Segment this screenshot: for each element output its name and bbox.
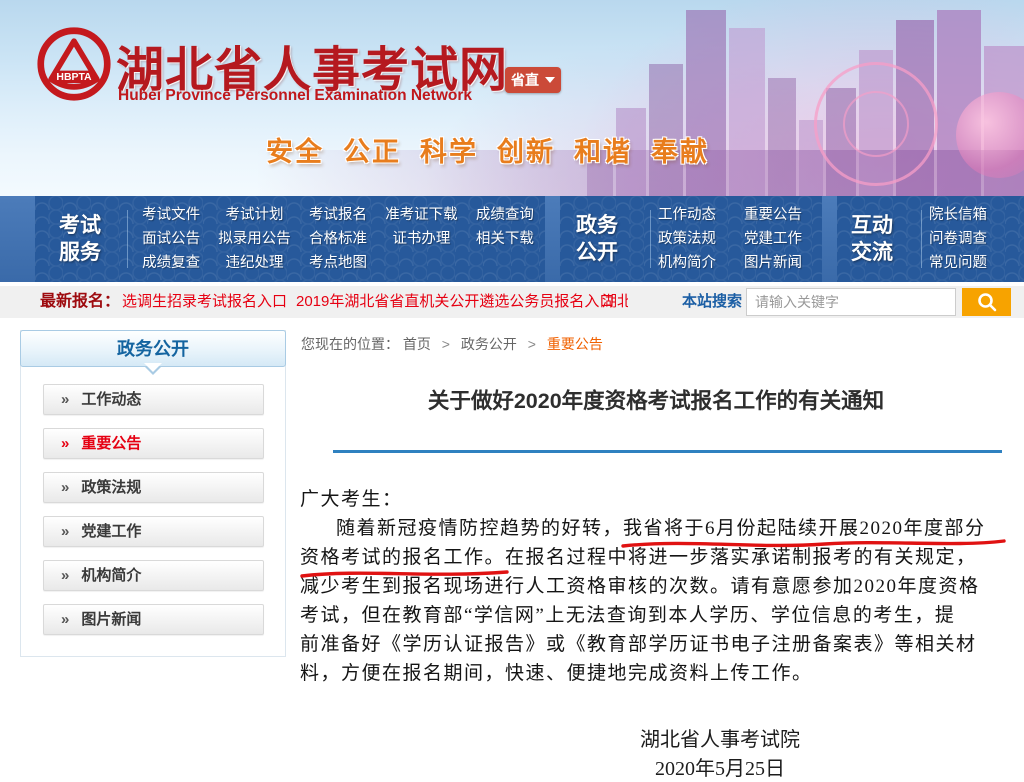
nav-section-gov-affairs: 政务公开 工作动态 重要公告 政策法规 党建工作 机构简介 图片新闻: [560, 196, 822, 282]
sidebar-item-photo-news[interactable]: » 图片新闻: [43, 604, 264, 635]
nav-link[interactable]: 证书办理: [380, 227, 463, 251]
article-line: 考试，但在教育部“学信网”上无法查询到本人学历、学位信息的考生，提: [300, 601, 1012, 630]
registration-link[interactable]: 选调生招录考试报名入口: [122, 286, 287, 318]
nav-link[interactable]: 问卷调查: [929, 227, 987, 251]
article-date: 2020年5月25日: [640, 755, 800, 782]
search-icon: [976, 291, 998, 313]
article-line: 广大考生：: [300, 485, 1012, 514]
double-chevron-icon: »: [61, 611, 69, 628]
nav-link[interactable]: 拟录用公告: [213, 227, 296, 251]
nav-link[interactable]: 考试报名: [304, 203, 372, 227]
nav-link[interactable]: 准考证下载: [380, 203, 463, 227]
slogan-banner: 安全 公正 科学 创新 和谐 奉献: [266, 130, 709, 169]
logo-acronym: HBPTA: [56, 72, 92, 83]
nav-link[interactable]: 党建工作: [744, 227, 802, 251]
sidebar-title-label: 政务公开: [117, 339, 189, 359]
article-line: 资格考试的报名工作。在报名过程中将进一步落实承诺制报考的有关规定，: [300, 543, 1012, 572]
article-signature: 湖北省人事考试院: [640, 726, 800, 755]
sidebar-menu: » 工作动态 » 重要公告 » 政策法规 » 党建工作 » 机构简介 » 图片新闻: [21, 384, 285, 635]
nav-link[interactable]: 面试公告: [137, 227, 205, 251]
article-title: 关于做好2020年度资格考试报名工作的有关通知: [300, 384, 1012, 414]
divider: [127, 210, 128, 268]
ferris-wheel-decoration: [814, 62, 938, 186]
nav-link[interactable]: 成绩复查: [137, 251, 205, 275]
sidebar-item-label: 工作动态: [81, 391, 141, 408]
page: HBPTA 湖北省人事考试网 Hubei Province Personnel …: [0, 0, 1024, 782]
site-header: HBPTA 湖北省人事考试网 Hubei Province Personnel …: [0, 0, 1024, 196]
nav-link[interactable]: 合格标准: [304, 227, 372, 251]
divider: [650, 210, 651, 268]
breadcrumb-gov-affairs[interactable]: 政务公开: [461, 336, 517, 352]
nav-section-title: 政务公开: [576, 212, 618, 266]
sidebar-item-label: 政策法规: [81, 479, 141, 496]
nav-link[interactable]: 成绩查询: [471, 203, 539, 227]
nav-section-title: 考试服务: [59, 212, 101, 266]
main-navigation: 考试服务 考试文件 考试计划 考试报名 准考证下载 成绩查询 面试公告 拟录用公…: [0, 196, 1024, 282]
registration-link-clipped[interactable]: 湖北: [602, 286, 628, 318]
nav-link[interactable]: 院长信箱: [929, 203, 987, 227]
breadcrumb-home[interactable]: 首页: [403, 336, 431, 352]
double-chevron-icon: »: [61, 435, 69, 452]
sidebar-item-party-building[interactable]: » 党建工作: [43, 516, 264, 547]
site-logo[interactable]: HBPTA: [36, 26, 112, 102]
breadcrumb-prefix: 您现在的位置：: [301, 336, 399, 352]
breadcrumb-separator: >: [528, 336, 536, 352]
article-line: 减少考生到报名现场进行人工资格审核的次数。请有意愿参加2020年度资格: [300, 572, 1012, 601]
sidebar-item-work-news[interactable]: » 工作动态: [43, 384, 264, 415]
region-select-label: 省直: [511, 70, 539, 90]
notch-decoration: [144, 363, 162, 372]
article-body: 广大考生： 随着新冠疫情防控趋势的好转，我省将于6月份起陆续开展2020年度部分…: [300, 485, 1012, 688]
sidebar-item-important-notices[interactable]: » 重要公告: [43, 428, 264, 459]
sidebar-title: 政务公开: [20, 330, 286, 367]
sidebar-item-label: 党建工作: [81, 523, 141, 540]
nav-link[interactable]: 机构简介: [658, 251, 716, 275]
article-line: 前准备好《学历认证报告》或《教育部学历证书电子注册备案表》等相关材: [300, 630, 1012, 659]
divider: [921, 210, 922, 268]
article-line: 随着新冠疫情防控趋势的好转，我省将于6月份起陆续开展2020年度部分: [300, 514, 1012, 543]
nav-link[interactable]: 考点地图: [304, 251, 372, 275]
nav-link[interactable]: 重要公告: [744, 203, 802, 227]
registration-link[interactable]: 2019年湖北省省直机关公开遴选公务员报名入口: [296, 286, 614, 318]
breadcrumb: 您现在的位置： 首页 > 政务公开 > 重要公告: [301, 334, 603, 354]
double-chevron-icon: »: [61, 567, 69, 584]
region-select-button[interactable]: 省直: [505, 67, 561, 93]
breadcrumb-separator: >: [442, 336, 450, 352]
nav-link[interactable]: 考试计划: [213, 203, 296, 227]
sidebar-item-label: 图片新闻: [81, 611, 141, 628]
nav-link[interactable]: 图片新闻: [744, 251, 802, 275]
article-signature-block: 湖北省人事考试院 2020年5月25日: [640, 726, 800, 782]
sidebar-item-label: 机构简介: [81, 567, 141, 584]
breadcrumb-current: 重要公告: [547, 336, 603, 352]
nav-link[interactable]: 相关下载: [471, 227, 539, 251]
double-chevron-icon: »: [61, 523, 69, 540]
nav-link[interactable]: 违纪处理: [213, 251, 296, 275]
search-button[interactable]: [962, 288, 1011, 316]
sidebar-item-policies[interactable]: » 政策法规: [43, 472, 264, 503]
title-divider: [333, 450, 1002, 453]
sidebar-item-label: 重要公告: [81, 435, 141, 452]
sidebar-item-organization[interactable]: » 机构简介: [43, 560, 264, 591]
latest-registration-bar: 最新报名： 选调生招录考试报名入口 2019年湖北省省直机关公开遴选公务员报名入…: [0, 286, 1024, 318]
double-chevron-icon: »: [61, 391, 69, 408]
nav-section-title: 互动交流: [851, 212, 893, 266]
nav-section-interaction: 互动交流 院长信箱 问卷调查 常见问题: [837, 196, 1024, 282]
site-subtitle: Hubei Province Personnel Examination Net…: [118, 87, 472, 105]
article: 关于做好2020年度资格考试报名工作的有关通知 广大考生： 随着新冠疫情防控趋势…: [300, 378, 1012, 782]
nav-link[interactable]: 政策法规: [658, 227, 716, 251]
nav-section-exam-services: 考试服务 考试文件 考试计划 考试报名 准考证下载 成绩查询 面试公告 拟录用公…: [35, 196, 545, 282]
double-chevron-icon: »: [61, 479, 69, 496]
search-input[interactable]: [746, 288, 956, 316]
nav-link[interactable]: 考试文件: [137, 203, 205, 227]
nav-link[interactable]: 常见问题: [929, 251, 987, 275]
sidebar: 政务公开 » 工作动态 » 重要公告 » 政策法规 » 党建工作 » 机构简介 » 图片新闻: [20, 330, 286, 657]
nav-link[interactable]: 工作动态: [658, 203, 716, 227]
article-line: 料，方便在报名期间，快速、便捷地完成资料上传工作。: [300, 659, 1012, 688]
chevron-down-icon: [545, 77, 555, 83]
site-search-label: 本站搜索: [682, 286, 742, 318]
latest-registration-label: 最新报名：: [40, 286, 120, 318]
